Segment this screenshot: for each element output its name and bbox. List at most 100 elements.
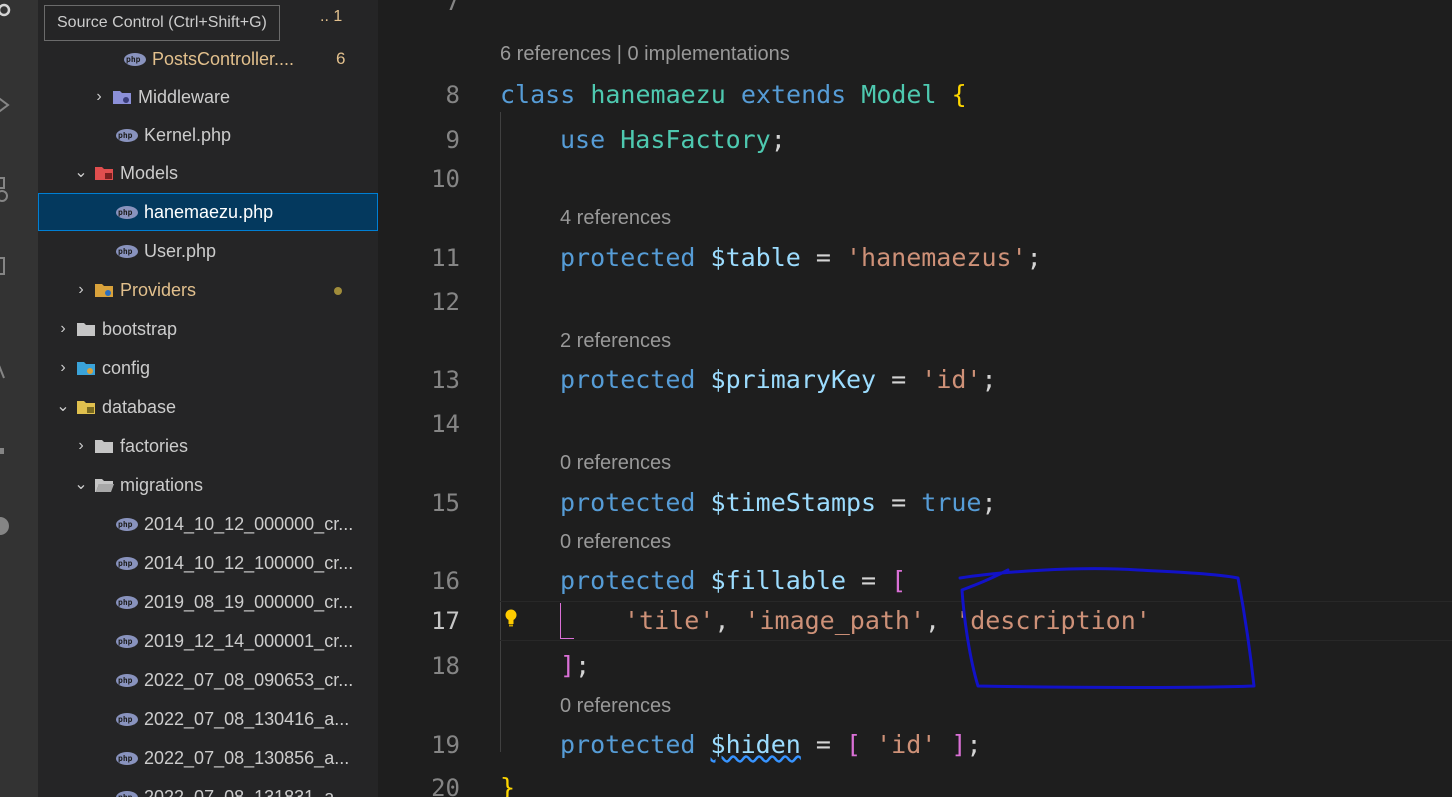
line-number: 11 <box>431 244 460 272</box>
remote-explorer-icon[interactable] <box>0 256 20 282</box>
php-file-icon <box>116 596 138 609</box>
tree-item-label: migrations <box>120 475 204 495</box>
code-line: 7 <box>378 0 1452 22</box>
code-line: 20 } <box>378 768 1452 797</box>
tree-item-hanemaezu[interactable]: hanemaezu.php <box>38 193 378 231</box>
tree-item-label: 2019_08_19_000000_cr... <box>144 592 354 612</box>
tree-item-models[interactable]: ⌄ Models <box>38 154 378 192</box>
line-number: 16 <box>431 567 460 595</box>
code-line: 13 protected $primaryKey = 'id'; <box>378 360 1452 400</box>
code-line: 8 class hanemaezu extends Model { <box>378 75 1452 115</box>
chevron-right-icon: › <box>60 359 66 376</box>
tooltip-tail-text: .. 1 <box>320 8 343 25</box>
code-line: 14 <box>378 404 1452 444</box>
code-text: ]; <box>560 651 591 680</box>
line-number: 18 <box>431 652 460 680</box>
code-text: use HasFactory; <box>560 125 786 154</box>
code-text: 'tile', 'image_path', 'description' <box>624 606 1151 635</box>
tree-item-label: 2022_07_08_130856_a... <box>144 748 350 768</box>
tree-item-label: Providers <box>120 280 197 300</box>
php-file-icon <box>116 713 138 726</box>
tree-item-migration-file[interactable]: 2022_07_08_131831_a... <box>38 778 378 797</box>
tree-item-label: User.php <box>144 241 217 261</box>
tree-item-middleware[interactable]: › Middleware <box>38 78 378 116</box>
tree-item-label: 2019_12_14_000001_cr... <box>144 631 354 651</box>
tree-item-label: 2022_07_08_131831_a... <box>144 787 350 797</box>
tree-item-label: PostsController.... <box>152 49 295 69</box>
line-number: 15 <box>431 489 460 517</box>
problems-count-badge: 6 <box>336 49 346 68</box>
chevron-down-icon: ⌄ <box>56 398 70 415</box>
code-text: protected $primaryKey = 'id'; <box>560 365 997 394</box>
code-text: } <box>500 773 516 797</box>
tree-item-kernel[interactable]: Kernel.php <box>38 116 378 154</box>
tree-item-migration-file[interactable]: 2014_10_12_100000_cr... <box>38 544 378 582</box>
php-file-icon <box>116 752 138 765</box>
code-line: 11 protected $table = 'hanemaezus'; <box>378 238 1452 278</box>
chevron-down-icon: ⌄ <box>74 164 88 181</box>
code-line: 18 ]; <box>378 646 1452 686</box>
tree-item-label: 2022_07_08_090653_cr... <box>144 670 354 690</box>
tree-item-label: database <box>102 397 177 417</box>
source-control-tooltip: Source Control (Ctrl+Shift+G) <box>44 5 280 41</box>
line-number: 19 <box>431 731 460 759</box>
chevron-right-icon: › <box>96 88 102 105</box>
code-editor[interactable]: 7 6 references | 0 implementations 8 cla… <box>378 0 1452 797</box>
codelens-references[interactable]: 0 references <box>560 527 671 557</box>
code-line: 10 <box>378 159 1452 199</box>
tree-item-migration-file[interactable]: 2022_07_08_130416_a... <box>38 700 378 738</box>
php-file-icon <box>116 635 138 648</box>
php-file-icon <box>116 518 138 531</box>
middleware-folder-icon <box>113 91 131 104</box>
tree-item-providers[interactable]: › Providers <box>38 271 378 309</box>
tree-item-database[interactable]: ⌄ database <box>38 388 378 426</box>
tree-item-label: 2014_10_12_000000_cr... <box>144 514 354 534</box>
codelens-references[interactable]: 0 references <box>560 691 671 721</box>
folder-icon <box>77 323 95 336</box>
modified-dot-icon <box>334 287 342 295</box>
line-number: 7 <box>445 0 460 16</box>
config-folder-icon <box>77 362 95 375</box>
explorer-sidebar: PostsController.... 6 › Middleware Kerne… <box>38 0 378 797</box>
php-file-icon <box>116 557 138 570</box>
tree-item-migration-file[interactable]: 2019_12_14_000001_cr... <box>38 622 378 660</box>
line-number: 13 <box>431 366 460 394</box>
chevron-right-icon: › <box>60 320 66 337</box>
php-file-icon <box>116 791 138 797</box>
tree-item-postscontroller[interactable]: PostsController.... 6 <box>38 40 378 78</box>
codelens-references[interactable]: 4 references <box>560 203 671 233</box>
database-folder-icon <box>77 401 95 414</box>
chevron-right-icon: › <box>78 281 84 298</box>
line-number: 10 <box>431 165 460 193</box>
codelens-references[interactable]: 0 references <box>560 448 671 478</box>
lightbulb-icon[interactable] <box>504 609 518 627</box>
bracket-pair-guide <box>560 603 574 639</box>
tree-item-factories[interactable]: › factories <box>38 427 378 465</box>
testing-icon[interactable] <box>0 356 20 382</box>
account-icon[interactable] <box>0 514 20 540</box>
chevron-down-icon: ⌄ <box>74 476 88 493</box>
folder-open-icon <box>95 479 114 492</box>
tree-item-migration-file[interactable]: 2014_10_12_000000_cr... <box>38 505 378 543</box>
php-file-icon <box>116 674 138 687</box>
codelens-references[interactable]: 2 references <box>560 326 671 356</box>
codelens-references[interactable]: 6 references | 0 implementations <box>500 39 790 69</box>
source-control-icon[interactable] <box>0 2 20 28</box>
code-text: protected $table = 'hanemaezus'; <box>560 243 1042 272</box>
tree-item-user[interactable]: User.php <box>38 232 378 270</box>
tree-item-migration-file[interactable]: 2022_07_08_090653_cr... <box>38 661 378 699</box>
run-debug-icon[interactable] <box>0 92 20 118</box>
docker-icon[interactable] <box>0 438 20 464</box>
tree-item-migration-file[interactable]: 2022_07_08_130856_a... <box>38 739 378 777</box>
tree-item-label: config <box>102 358 151 378</box>
tree-item-label: Middleware <box>138 87 231 107</box>
tree-item-migration-file[interactable]: 2019_08_19_000000_cr... <box>38 583 378 621</box>
extensions-icon[interactable] <box>0 176 20 202</box>
tree-item-migrations[interactable]: ⌄ migrations <box>38 466 378 504</box>
tree-item-label: hanemaezu.php <box>144 202 274 222</box>
php-file-icon <box>116 129 138 142</box>
code-line-active: 17 'tile', 'image_path', 'description' <box>378 601 1452 641</box>
tree-item-label: 2022_07_08_130416_a... <box>144 709 350 729</box>
tree-item-config[interactable]: › config <box>38 349 378 387</box>
tree-item-bootstrap[interactable]: › bootstrap <box>38 310 378 348</box>
